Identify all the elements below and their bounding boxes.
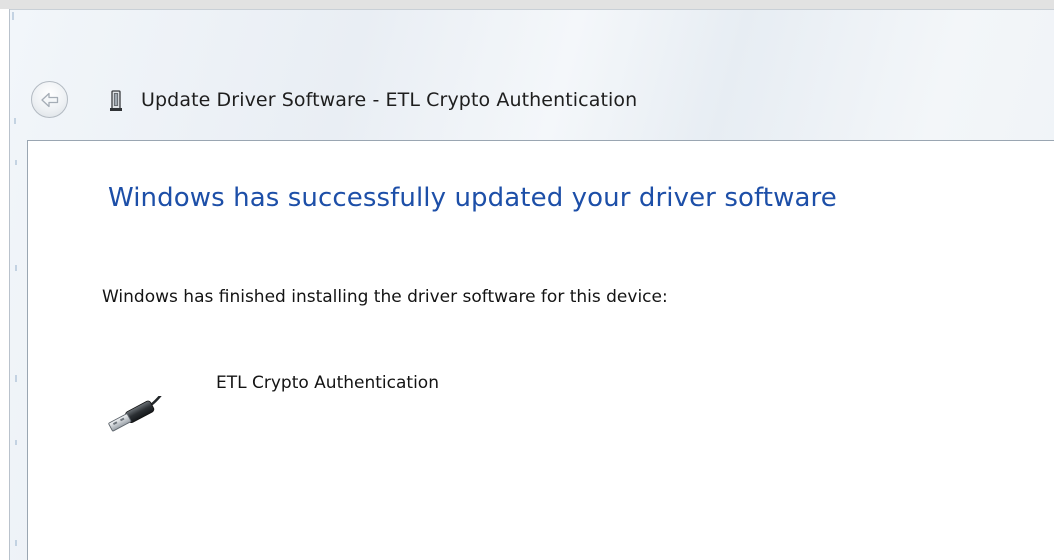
frame-artifact xyxy=(12,12,14,20)
window-title: Update Driver Software - ETL Crypto Auth… xyxy=(141,89,638,111)
frame-artifact xyxy=(15,375,17,382)
frame-artifact xyxy=(15,540,17,546)
window-frame-left-edge xyxy=(9,9,10,560)
back-button[interactable] xyxy=(31,81,68,118)
frame-artifact xyxy=(15,440,17,445)
success-heading: Windows has successfully updated your dr… xyxy=(108,183,837,213)
top-strip xyxy=(0,0,1054,9)
frame-artifact xyxy=(14,118,16,124)
device-name: ETL Crypto Authentication xyxy=(216,373,439,393)
frame-artifact xyxy=(15,265,17,271)
frame-artifact xyxy=(15,160,17,165)
install-finished-message: Windows has finished installing the driv… xyxy=(102,287,668,307)
update-driver-window: Update Driver Software - ETL Crypto Auth… xyxy=(0,0,1054,560)
device-driver-icon xyxy=(107,88,125,114)
usb-device-icon xyxy=(99,393,169,436)
window-frame-top-edge xyxy=(9,9,1054,10)
